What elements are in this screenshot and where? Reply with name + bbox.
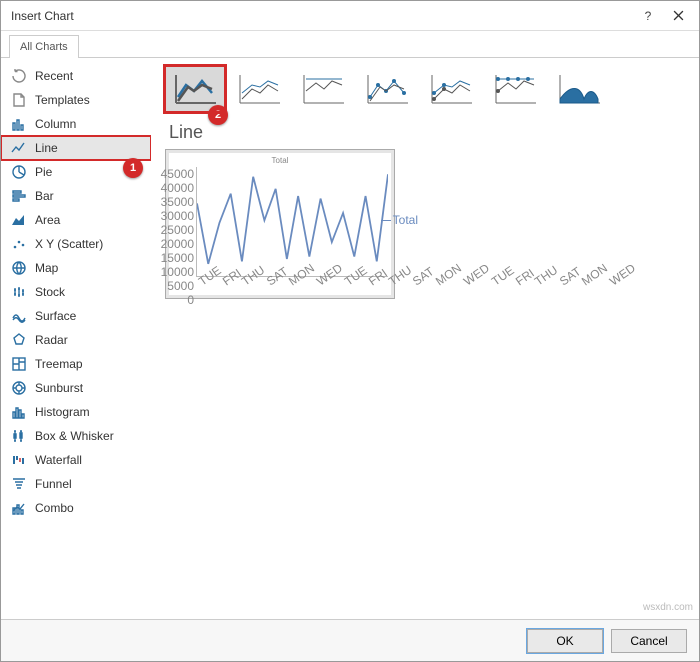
sidebar-item-area[interactable]: Area — [1, 208, 151, 232]
y-axis: 4500040000350003000025000200001500010000… — [172, 167, 196, 277]
sidebar-item-combo[interactable]: Combo — [1, 496, 151, 520]
sidebar-item-label: Sunburst — [35, 381, 83, 395]
scatter-icon — [11, 236, 27, 252]
panel: 2 Line Total 450004000035000300002500020… — [151, 58, 699, 618]
cancel-button[interactable]: Cancel — [611, 629, 687, 653]
sidebar-item-label: X Y (Scatter) — [35, 237, 103, 251]
sidebar-item-surface[interactable]: Surface — [1, 304, 151, 328]
line-basic-icon — [172, 71, 218, 107]
100stacked-line-markers-icon — [492, 71, 538, 107]
tab-all-charts[interactable]: All Charts — [9, 35, 79, 58]
sidebar-item-label: Combo — [35, 501, 74, 515]
sidebar-item-label: Pie — [35, 165, 52, 179]
sidebar-item-label: Treemap — [35, 357, 83, 371]
map-icon — [11, 260, 27, 276]
radar-icon — [11, 332, 27, 348]
stock-icon — [11, 284, 27, 300]
waterfall-icon — [11, 452, 27, 468]
close-button[interactable] — [663, 2, 693, 30]
subtype-line-markers[interactable] — [357, 66, 417, 112]
sidebar-item-label: Histogram — [35, 405, 90, 419]
templates-icon — [11, 92, 27, 108]
subtype-stacked-line-markers[interactable] — [421, 66, 481, 112]
treemap-icon — [11, 356, 27, 372]
sidebar-item-funnel[interactable]: Funnel — [1, 472, 151, 496]
line-markers-icon — [364, 71, 410, 107]
stacked-line-icon — [236, 71, 282, 107]
tabs: All Charts — [1, 31, 699, 57]
recent-icon — [11, 68, 27, 84]
column-icon — [11, 116, 27, 132]
sidebar-item-waterfall[interactable]: Waterfall — [1, 448, 151, 472]
sidebar-item-sunburst[interactable]: Sunburst — [1, 376, 151, 400]
sidebar-item-label: Line — [35, 141, 58, 155]
combo-icon — [11, 500, 27, 516]
content: Recent Templates Column Line 1 Pie Bar A… — [1, 58, 699, 618]
sidebar-item-map[interactable]: Map — [1, 256, 151, 280]
chart-preview[interactable]: Total 4500040000350003000025000200001500… — [165, 149, 395, 299]
plot-area: Total — [196, 167, 388, 277]
legend: Total — [381, 213, 418, 227]
sunburst-icon — [11, 380, 27, 396]
100stacked-line-icon — [300, 71, 346, 107]
sidebar-item-recent[interactable]: Recent — [1, 64, 151, 88]
close-icon — [673, 10, 684, 21]
sidebar-item-pie[interactable]: Pie — [1, 160, 151, 184]
dialog-title: Insert Chart — [11, 9, 633, 23]
sidebar-item-label: Radar — [35, 333, 68, 347]
sidebar-item-column[interactable]: Column — [1, 112, 151, 136]
area-icon — [11, 212, 27, 228]
sidebar-item-label: Surface — [35, 309, 76, 323]
bar-icon — [11, 188, 27, 204]
subtype-line[interactable]: 2 — [165, 66, 225, 112]
sidebar-item-radar[interactable]: Radar — [1, 328, 151, 352]
sidebar-item-histogram[interactable]: Histogram — [1, 400, 151, 424]
panel-title: Line — [169, 122, 685, 143]
footer: OK Cancel — [1, 619, 699, 661]
sidebar-item-treemap[interactable]: Treemap — [1, 352, 151, 376]
watermark: wsxdn.com — [643, 602, 693, 613]
sidebar-item-label: Recent — [35, 69, 73, 83]
subtype-100-stacked-line[interactable] — [293, 66, 353, 112]
sidebar-item-label: Box & Whisker — [35, 429, 114, 443]
sidebar-item-scatter[interactable]: X Y (Scatter) — [1, 232, 151, 256]
sidebar-item-label: Bar — [35, 189, 54, 203]
sidebar: Recent Templates Column Line 1 Pie Bar A… — [1, 58, 151, 618]
surface-icon — [11, 308, 27, 324]
line-icon — [11, 140, 27, 156]
help-button[interactable]: ? — [633, 2, 663, 30]
x-axis: TUEFRITHUSATMONWEDTUEFRITHUSATMONWEDTUEF… — [172, 277, 388, 291]
sidebar-item-label: Funnel — [35, 477, 72, 491]
sidebar-item-line[interactable]: Line 1 — [1, 136, 151, 160]
chart-body: 4500040000350003000025000200001500010000… — [172, 167, 388, 277]
subtype-stacked-line[interactable] — [229, 66, 289, 112]
ok-button[interactable]: OK — [527, 629, 603, 653]
subtype-100-stacked-line-markers[interactable] — [485, 66, 545, 112]
titlebar: Insert Chart ? — [1, 1, 699, 31]
sidebar-item-label: Area — [35, 213, 60, 227]
sidebar-item-templates[interactable]: Templates — [1, 88, 151, 112]
sidebar-item-label: Column — [35, 117, 76, 131]
sidebar-item-bar[interactable]: Bar — [1, 184, 151, 208]
box-whisker-icon — [11, 428, 27, 444]
3d-line-icon — [556, 71, 602, 107]
pie-icon — [11, 164, 27, 180]
sidebar-item-label: Templates — [35, 93, 90, 107]
stacked-line-markers-icon — [428, 71, 474, 107]
funnel-icon — [11, 476, 27, 492]
sidebar-item-label: Map — [35, 261, 58, 275]
sidebar-item-stock[interactable]: Stock — [1, 280, 151, 304]
callout-2: 2 — [208, 105, 228, 125]
sidebar-item-boxwhisker[interactable]: Box & Whisker — [1, 424, 151, 448]
sidebar-item-label: Waterfall — [35, 453, 82, 467]
subtype-3d-line[interactable] — [549, 66, 609, 112]
subtype-row: 2 — [165, 66, 685, 112]
sidebar-item-label: Stock — [35, 285, 65, 299]
histogram-icon — [11, 404, 27, 420]
chart-title: Total — [172, 156, 388, 165]
